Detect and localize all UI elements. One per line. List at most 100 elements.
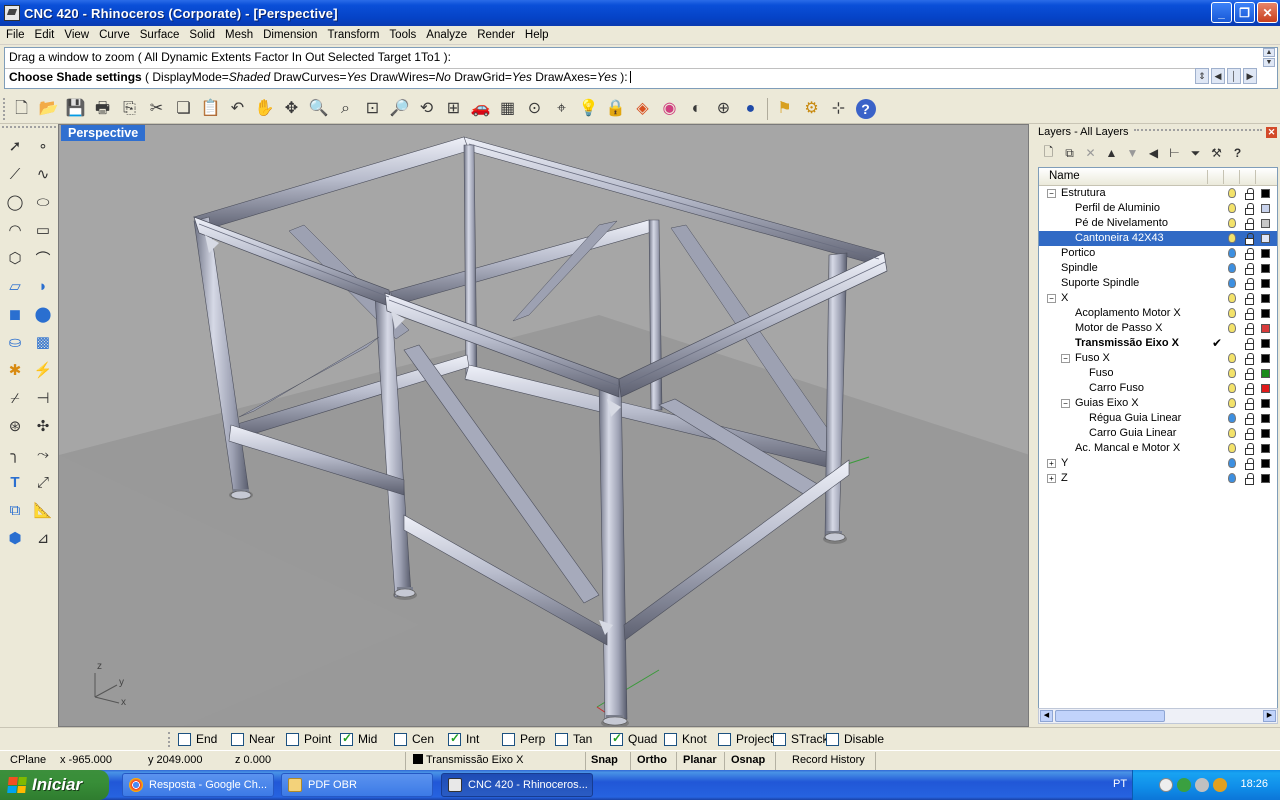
option-drawcurves[interactable]: DrawCurves=Yes bbox=[270, 70, 366, 84]
new-file-icon[interactable]: 🗋 bbox=[8, 97, 35, 121]
checkbox[interactable] bbox=[826, 732, 839, 746]
extend-icon[interactable]: ⤳ bbox=[29, 440, 57, 468]
zoom-window-icon[interactable]: ⌕ bbox=[332, 97, 359, 121]
menu-file[interactable]: File bbox=[2, 29, 31, 41]
next-icon[interactable]: ▶ bbox=[1243, 68, 1257, 84]
menu-tools[interactable]: Tools bbox=[385, 29, 422, 41]
layer-color-swatch[interactable] bbox=[1261, 264, 1270, 273]
option-drawwires[interactable]: DrawWires=No bbox=[367, 70, 451, 84]
layer-color-swatch[interactable] bbox=[1261, 189, 1270, 198]
layer-color-swatch[interactable] bbox=[1261, 234, 1270, 243]
delete-layer-icon[interactable]: ✕ bbox=[1080, 144, 1101, 162]
layer-row[interactable]: Portico bbox=[1039, 246, 1277, 261]
cplane-icon[interactable]: ⌖ bbox=[548, 97, 575, 121]
planar-toggle[interactable]: Planar bbox=[683, 754, 717, 766]
grid-icon[interactable]: ▦ bbox=[494, 97, 521, 121]
rotate-3d-icon[interactable]: ⟲ bbox=[413, 97, 440, 121]
layer-row[interactable]: − Estrutura bbox=[1039, 186, 1277, 201]
curve-icon[interactable]: ∿ bbox=[29, 160, 57, 188]
polygon-icon[interactable]: ⬡ bbox=[1, 244, 29, 272]
checkbox[interactable] bbox=[340, 731, 353, 746]
options-icon[interactable]: ⚑ bbox=[771, 97, 798, 121]
surface-patch-icon[interactable]: ◗ bbox=[29, 272, 57, 300]
lightbulb-icon[interactable] bbox=[1228, 263, 1236, 273]
sphere-mesh-icon[interactable]: ⊕ bbox=[710, 97, 737, 121]
menu-mesh[interactable]: Mesh bbox=[221, 29, 259, 41]
layer-row[interactable]: Régua Guia Linear bbox=[1039, 411, 1277, 426]
box-solid-icon[interactable]: ◼ bbox=[1, 300, 29, 328]
color-wheel-icon[interactable]: ◉ bbox=[656, 97, 683, 121]
menu-transform[interactable]: Transform bbox=[323, 29, 385, 41]
current-layer[interactable]: Transmissão Eixo X bbox=[413, 754, 523, 766]
lightbulb-icon[interactable] bbox=[1228, 368, 1236, 378]
four-viewports-icon[interactable]: ⊞ bbox=[440, 97, 467, 121]
close-icon[interactable]: ✕ bbox=[1266, 127, 1277, 138]
checkbox[interactable] bbox=[286, 732, 299, 746]
layer-row[interactable]: Fuso bbox=[1039, 366, 1277, 381]
split-icon[interactable]: ⊣ bbox=[29, 384, 57, 412]
join-icon[interactable]: ⚡ bbox=[29, 356, 57, 384]
layer-color-swatch[interactable] bbox=[1261, 219, 1270, 228]
text-icon[interactable]: T bbox=[1, 468, 29, 496]
menu-curve[interactable]: Curve bbox=[95, 29, 136, 41]
menu-view[interactable]: View bbox=[60, 29, 95, 41]
freeform-curve-icon[interactable]: ⌒ bbox=[29, 244, 57, 272]
lock-icon[interactable] bbox=[1244, 248, 1254, 260]
tools-icon[interactable]: ⚒ bbox=[1206, 144, 1227, 162]
lock-icon[interactable] bbox=[1244, 293, 1254, 305]
osnap-near[interactable]: Near bbox=[231, 732, 275, 746]
lightbulb-icon[interactable]: 💡 bbox=[575, 97, 602, 121]
lightbulb-icon[interactable] bbox=[1228, 353, 1236, 363]
layer-color-swatch[interactable] bbox=[1261, 429, 1270, 438]
checkbox[interactable] bbox=[718, 732, 731, 746]
lock-icon[interactable] bbox=[1244, 323, 1254, 335]
ortho-point-icon[interactable]: ⊙ bbox=[521, 97, 548, 121]
osnap-perp[interactable]: Perp bbox=[502, 732, 545, 746]
minimize-button[interactable]: _ bbox=[1211, 2, 1232, 23]
layer-row[interactable]: Carro Fuso bbox=[1039, 381, 1277, 396]
lock-icon[interactable] bbox=[1244, 473, 1254, 485]
layer-row[interactable]: Motor de Passo X bbox=[1039, 321, 1277, 336]
move-down-icon[interactable]: ▼ bbox=[1122, 144, 1143, 162]
sphere-solid-icon[interactable]: ⬤ bbox=[29, 300, 57, 328]
layer-color-swatch[interactable] bbox=[1261, 279, 1270, 288]
layer-row[interactable]: Ac. Mancal e Motor X bbox=[1039, 441, 1277, 456]
polyline-icon[interactable]: ⟋ bbox=[1, 160, 29, 188]
layer-row[interactable]: − Guias Eixo X bbox=[1039, 396, 1277, 411]
lightbulb-icon[interactable] bbox=[1228, 443, 1236, 453]
print-icon[interactable]: 🖶 bbox=[89, 97, 116, 121]
lock-icon[interactable] bbox=[1244, 428, 1254, 440]
menu-solid[interactable]: Solid bbox=[185, 29, 221, 41]
measure-icon[interactable]: ⊿ bbox=[29, 524, 57, 552]
osnap-point[interactable]: Point bbox=[286, 732, 331, 746]
layer-row[interactable]: Transmissão Eixo X ✔ bbox=[1039, 336, 1277, 351]
open-folder-icon[interactable]: 📂 bbox=[35, 97, 62, 121]
properties-icon[interactable]: ⊹ bbox=[825, 97, 852, 121]
lightbulb-icon[interactable] bbox=[1228, 248, 1236, 258]
lock-icon[interactable] bbox=[1244, 353, 1254, 365]
layer-row[interactable]: − Fuso X bbox=[1039, 351, 1277, 366]
lock-icon[interactable] bbox=[1244, 233, 1254, 245]
layer-color-swatch[interactable] bbox=[1261, 444, 1270, 453]
rectangle-icon[interactable]: ▭ bbox=[29, 216, 57, 244]
zoom-extents-icon[interactable]: ⊡ bbox=[359, 97, 386, 121]
perspective-viewport[interactable]: z y x Perspective bbox=[58, 124, 1029, 727]
lightbulb-icon[interactable] bbox=[1228, 218, 1236, 228]
layer-row[interactable]: Perfil de Aluminio bbox=[1039, 201, 1277, 216]
cylinder-icon[interactable]: ⛀ bbox=[1, 328, 29, 356]
task-pdf-folder[interactable]: PDF OBR bbox=[281, 773, 433, 797]
lock-icon[interactable] bbox=[1244, 263, 1254, 275]
layers-column-header[interactable]: Name bbox=[1039, 168, 1277, 186]
lightbulb-icon[interactable] bbox=[1228, 428, 1236, 438]
toolbar-grip[interactable] bbox=[3, 98, 6, 120]
sphere-render-icon[interactable]: ● bbox=[737, 97, 764, 121]
layer-row[interactable]: + Z bbox=[1039, 471, 1277, 486]
save-icon[interactable]: 💾 bbox=[62, 97, 89, 121]
car-render-icon[interactable]: 🚗 bbox=[467, 97, 494, 121]
layer-row[interactable]: + Y bbox=[1039, 456, 1277, 471]
tray-icon-back[interactable] bbox=[1159, 778, 1173, 792]
scroll-up-icon[interactable]: ▲ bbox=[1263, 48, 1275, 57]
checkbox[interactable] bbox=[178, 732, 191, 746]
expand-icon[interactable]: + bbox=[1047, 474, 1056, 483]
menu-edit[interactable]: Edit bbox=[31, 29, 61, 41]
